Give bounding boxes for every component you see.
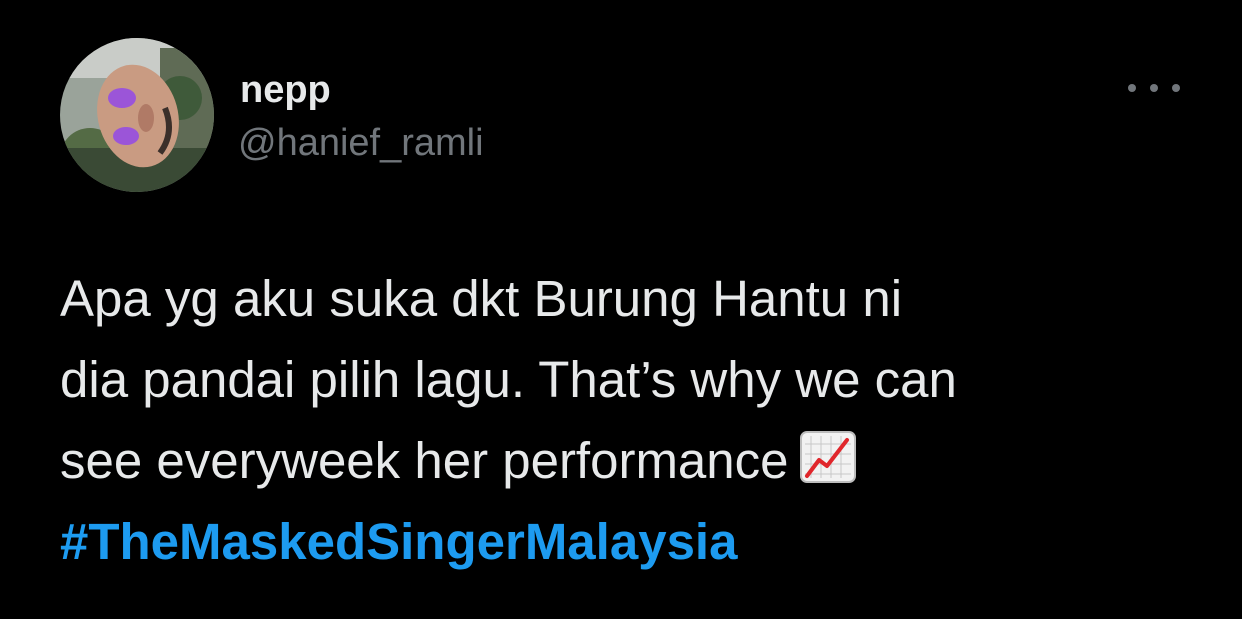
author-display-name[interactable]: nepp bbox=[240, 70, 331, 110]
tweet-line-text: see everyweek her performance bbox=[60, 432, 789, 489]
more-options-icon[interactable] bbox=[1128, 70, 1180, 106]
tweet-text: Apa yg aku suka dkt Burung Hantu ni dia … bbox=[60, 258, 1210, 582]
chart-increasing-emoji-icon bbox=[799, 426, 857, 483]
tweet-line: dia pandai pilih lagu. That’s why we can bbox=[60, 351, 957, 408]
more-dot bbox=[1128, 84, 1136, 92]
tweet-line: see everyweek her performance bbox=[60, 420, 1210, 501]
tweet-line: Apa yg aku suka dkt Burung Hantu ni bbox=[60, 270, 903, 327]
author-handle[interactable]: @hanief_ramli bbox=[238, 122, 484, 164]
avatar[interactable] bbox=[60, 38, 214, 192]
more-dot bbox=[1172, 84, 1180, 92]
avatar-photo bbox=[60, 38, 214, 192]
more-dot bbox=[1150, 84, 1158, 92]
hashtag-link[interactable]: #TheMaskedSingerMalaysia bbox=[60, 501, 1210, 582]
